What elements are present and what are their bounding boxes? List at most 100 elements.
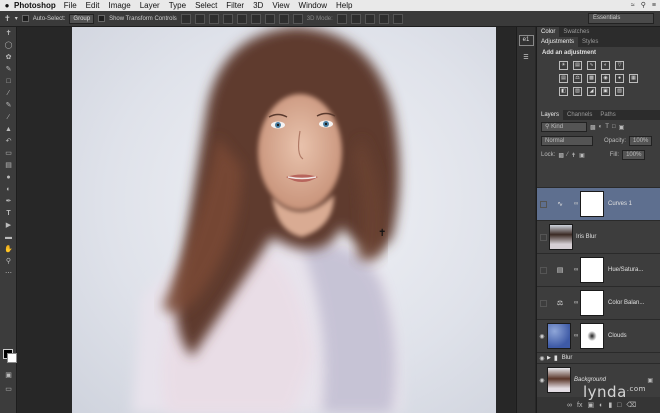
document-image[interactable] — [72, 27, 496, 413]
more-tools-icon[interactable]: ⋯ — [0, 267, 17, 279]
color-lookup-icon[interactable]: ▦ — [629, 74, 638, 83]
zoom-tool-icon[interactable]: ⚲ — [0, 255, 17, 267]
menu-layer[interactable]: Layer — [140, 0, 160, 11]
levels-icon[interactable]: ▤ — [573, 61, 582, 70]
layer-row[interactable]: ⚖ ∞ Color Balan... — [537, 286, 660, 319]
visibility-toggle[interactable] — [540, 200, 547, 208]
menu-select[interactable]: Select — [195, 0, 217, 11]
threshold-icon[interactable]: ◢ — [587, 87, 596, 96]
dodge-tool-icon[interactable]: ◐ — [0, 183, 17, 195]
photo-filter-icon[interactable]: ◉ — [601, 74, 610, 83]
distribute-middle-icon[interactable] — [278, 13, 289, 24]
layer-row[interactable]: ◉ ∞ Clouds — [537, 319, 660, 352]
layer-row[interactable]: Iris Blur — [537, 220, 660, 253]
layer-name[interactable]: Blur — [562, 355, 573, 361]
visibility-toggle[interactable] — [540, 299, 547, 307]
tab-styles[interactable]: Styles — [578, 37, 602, 47]
layer-row[interactable]: ∿ ∞ Curves 1 — [537, 187, 660, 220]
eyedropper-tool-icon[interactable]: ⁄ — [0, 87, 17, 99]
selective-color-icon[interactable]: ▣ — [601, 87, 610, 96]
menu-filter[interactable]: Filter — [226, 0, 244, 11]
black-white-icon[interactable]: ▩ — [587, 74, 596, 83]
align-top-icon[interactable] — [180, 13, 191, 24]
app-menu[interactable]: Photoshop — [14, 0, 56, 11]
layer-group-row[interactable]: ◉ ▶ ▮ Blur — [537, 352, 660, 363]
fill-field[interactable]: 100% — [622, 150, 646, 160]
eye-icon[interactable]: ◉ — [537, 333, 547, 340]
layer-name[interactable]: Color Balan... — [608, 300, 644, 306]
posterize-icon[interactable]: ▨ — [573, 87, 582, 96]
menu-type[interactable]: Type — [169, 0, 186, 11]
visibility-toggle[interactable] — [540, 233, 547, 241]
quick-select-tool-icon[interactable]: ✎ — [0, 63, 17, 75]
marquee-tool-icon[interactable]: ◯ — [0, 39, 17, 51]
add-mask-icon[interactable]: ▣ — [587, 401, 594, 409]
menu-help[interactable]: Help — [336, 0, 352, 11]
layer-thumbnail[interactable] — [547, 367, 571, 393]
path-select-tool-icon[interactable]: ▶ — [0, 219, 17, 231]
layer-mask-thumbnail[interactable] — [580, 191, 604, 217]
menu-edit[interactable]: Edit — [86, 0, 100, 11]
background-color-swatch[interactable] — [7, 353, 17, 363]
wifi-icon[interactable]: ≈ — [631, 0, 635, 11]
menu-image[interactable]: Image — [108, 0, 130, 11]
color-balance-icon[interactable]: ⚖ — [573, 74, 582, 83]
new-layer-icon[interactable]: □ — [617, 402, 621, 409]
list-icon[interactable]: ≡ — [652, 0, 656, 11]
expand-arrow-icon[interactable]: ▶ — [547, 355, 551, 361]
layer-mask-thumbnail[interactable] — [580, 290, 604, 316]
eraser-tool-icon[interactable]: ▭ — [0, 147, 17, 159]
3d-roll-icon[interactable] — [350, 13, 361, 24]
move-tool-icon[interactable]: ✝ — [4, 14, 11, 23]
layer-name[interactable]: Clouds — [608, 333, 627, 339]
filter-shape-icon[interactable]: □ — [612, 124, 616, 130]
history-brush-tool-icon[interactable]: ↶ — [0, 135, 17, 147]
lasso-tool-icon[interactable]: ✿ — [0, 51, 17, 63]
brush-tool-icon[interactable]: ∕ — [0, 111, 17, 123]
3d-rotate-icon[interactable] — [336, 13, 347, 24]
layer-mask-thumbnail[interactable] — [580, 323, 604, 349]
layer-name[interactable]: Hue/Satura... — [608, 267, 643, 273]
layer-thumbnail[interactable] — [549, 224, 573, 250]
quick-mask-icon[interactable]: ▣ — [0, 369, 17, 381]
lock-position-icon[interactable]: ✝ — [571, 152, 576, 159]
shape-tool-icon[interactable]: ▬ — [0, 231, 17, 243]
pen-tool-icon[interactable]: ✒ — [0, 195, 17, 207]
lock-image-icon[interactable]: ⁄ — [567, 152, 568, 158]
distribute-bottom-icon[interactable] — [292, 13, 303, 24]
exposure-icon[interactable]: ◐ — [601, 61, 610, 70]
3d-pan-icon[interactable] — [364, 13, 375, 24]
align-center-icon[interactable] — [236, 13, 247, 24]
layer-row[interactable]: ▤ ∞ Hue/Satura... — [537, 253, 660, 286]
layer-thumbnail[interactable] — [547, 323, 571, 349]
align-right-icon[interactable] — [250, 13, 261, 24]
align-middle-icon[interactable] — [194, 13, 205, 24]
layer-name[interactable]: Iris Blur — [576, 234, 596, 240]
menu-3d[interactable]: 3D — [253, 0, 263, 11]
menu-window[interactable]: Window — [299, 0, 327, 11]
channel-mixer-icon[interactable]: ● — [615, 74, 624, 83]
new-adjustment-icon[interactable]: ◐ — [599, 402, 603, 409]
tab-color[interactable]: Color — [537, 27, 560, 37]
layer-mask-thumbnail[interactable] — [580, 257, 604, 283]
screen-mode-icon[interactable]: ▭ — [0, 383, 17, 395]
gradient-map-icon[interactable]: ▧ — [615, 87, 624, 96]
filter-adjustment-icon[interactable]: ◐ — [599, 124, 603, 130]
blur-tool-icon[interactable]: ● — [0, 171, 17, 183]
tab-layers[interactable]: Layers — [537, 110, 564, 120]
filter-pixel-icon[interactable]: ▩ — [590, 124, 596, 131]
search-icon[interactable]: ⚲ — [641, 0, 646, 11]
menu-file[interactable]: File — [64, 0, 77, 11]
tab-adjustments[interactable]: Adjustments — [537, 37, 579, 47]
history-panel-icon[interactable]: e1 — [518, 35, 534, 46]
crop-tool-icon[interactable]: □ — [0, 75, 17, 87]
gradient-tool-icon[interactable]: ▤ — [0, 159, 17, 171]
layer-style-icon[interactable]: fx — [577, 402, 582, 409]
clone-stamp-tool-icon[interactable]: ▲ — [0, 123, 17, 135]
apple-icon[interactable]: ● — [0, 0, 14, 11]
filter-type-icon[interactable]: T — [605, 124, 609, 130]
lock-all-icon[interactable]: ▣ — [579, 152, 585, 159]
tab-channels[interactable]: Channels — [563, 110, 596, 120]
move-tool-icon[interactable]: ✝ — [0, 27, 17, 39]
auto-select-dropdown[interactable]: Group — [69, 13, 95, 24]
